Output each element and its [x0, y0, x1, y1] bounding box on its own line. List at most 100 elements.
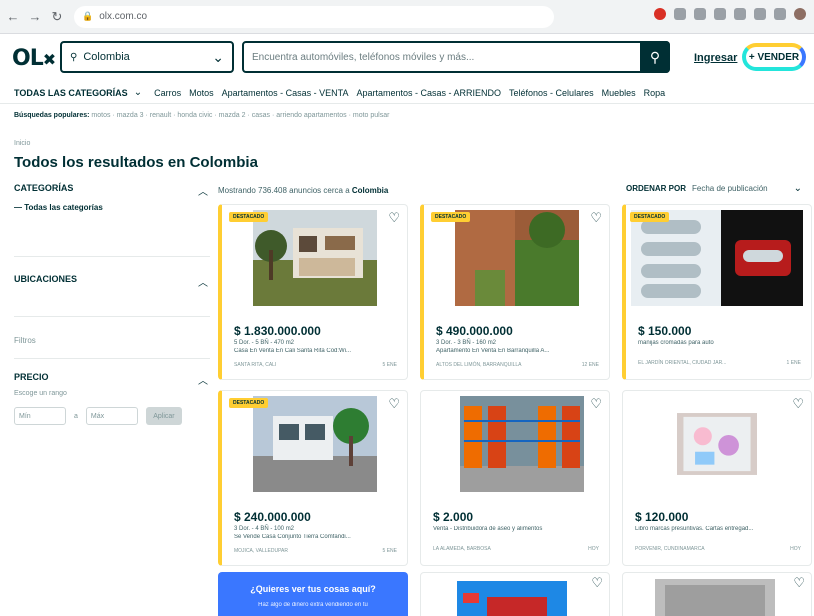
location-select[interactable]: ⚲ Colombia ⌄: [60, 41, 234, 73]
profile-avatar[interactable]: [794, 8, 806, 20]
max-price-input[interactable]: Máx: [85, 407, 138, 425]
heart-icon[interactable]: ♡: [388, 396, 400, 412]
extension-icon[interactable]: [714, 8, 726, 20]
back-icon[interactable]: ←: [4, 8, 22, 26]
listing-card[interactable]: ♡: [420, 572, 610, 616]
chevron-down-icon[interactable]: ⌄: [134, 87, 142, 98]
listing-image: DESTACADO ♡: [429, 210, 604, 312]
extension-icon[interactable]: [674, 8, 686, 20]
extension-icon[interactable]: [654, 8, 666, 20]
category-link[interactable]: Ropa: [644, 88, 666, 98]
listing-price: $ 240.000.000: [234, 510, 311, 524]
max-placeholder: Máx: [90, 412, 105, 420]
sort-dropdown[interactable]: ORDENAR POR Fecha de publicación ⌄: [626, 183, 802, 194]
divider: [14, 316, 210, 317]
chevron-up-icon[interactable]: ︿: [198, 372, 208, 387]
divider: [14, 358, 210, 359]
sort-label: ORDENAR POR: [626, 184, 687, 193]
sidebar-icon[interactable]: [774, 8, 786, 20]
extension-icon[interactable]: [694, 8, 706, 20]
apply-price-button[interactable]: Aplicar: [145, 407, 182, 425]
sell-promo-banner[interactable]: ¿Quieres ver tus cosas aquí? Haz algo de…: [218, 572, 408, 616]
heart-icon[interactable]: ♡: [590, 396, 602, 412]
login-link[interactable]: Ingresar: [694, 52, 737, 64]
search-icon: ⚲: [70, 51, 78, 63]
all-categories-dropdown[interactable]: TODAS LAS CATEGORÍAS: [14, 88, 128, 98]
chevron-down-icon: ⌄: [793, 183, 803, 194]
category-link[interactable]: Apartamentos - Casas - ARRIENDO: [356, 88, 501, 98]
featured-badge: DESTACADO: [630, 212, 670, 222]
heart-icon[interactable]: ♡: [591, 575, 603, 591]
popular-label: Búsquedas populares:: [14, 112, 90, 119]
listing-photo: [655, 579, 775, 616]
listing-card[interactable]: ♡ $ 120.000 Libro marcas presuntivas. Ca…: [622, 390, 812, 566]
results-place: Colombia: [351, 186, 389, 195]
sort-value: Fecha de publicación: [692, 184, 768, 193]
forward-icon[interactable]: →: [26, 8, 44, 26]
heart-icon[interactable]: ♡: [793, 575, 805, 591]
search-button[interactable]: ⚲: [640, 41, 670, 73]
categories-filter: CATEGORÍAS ︿ — Todas las categorías: [14, 183, 210, 212]
listing-image: DESTACADO ♡: [227, 210, 402, 312]
heart-icon[interactable]: ♡: [388, 210, 400, 226]
listing-title: Casa En Venta En Cali Santa Rita Cod:Wi.…: [234, 348, 352, 354]
promo-title: ¿Quieres ver tus cosas aquí?: [250, 584, 376, 594]
site-header: OL✖ ⚲ Colombia ⌄ Encuentra automóviles, …: [0, 38, 814, 78]
house-photo: [252, 396, 377, 492]
listing-card[interactable]: DESTACADO ♡ $ 490.000.000 3 Dor. - 3 BÑ …: [420, 204, 610, 380]
chevron-down-icon: ⌄: [212, 48, 224, 65]
reload-icon[interactable]: ↻: [48, 8, 66, 26]
listing-price: $ 120.000: [635, 510, 689, 524]
category-link[interactable]: Carros: [154, 88, 181, 98]
listing-footer: SANTA RITA, CALI 5 ENE: [234, 362, 397, 368]
chevron-up-icon[interactable]: ︿: [198, 183, 208, 198]
listing-card[interactable]: DESTACADO $ 150.000 manijas cromadas par…: [622, 204, 812, 380]
featured-badge: DESTACADO: [229, 212, 269, 222]
category-link[interactable]: Teléfonos - Celulares: [509, 88, 594, 98]
sell-button[interactable]: + VENDER: [742, 43, 806, 71]
categories-heading: CATEGORÍAS: [14, 183, 74, 193]
results-prefix: Mostrando 736.408 anuncios cerca a: [218, 186, 350, 195]
toy-box-photo: [457, 581, 567, 616]
min-price-input[interactable]: Mín: [14, 407, 66, 425]
listing-card[interactable]: DESTACADO ♡ $ 240.000.000 3 Dor. - 4 BÑ …: [218, 390, 408, 566]
popular-links[interactable]: motos · mazda 3 · renault · honda civic …: [91, 112, 389, 119]
listing-card[interactable]: ♡: [622, 572, 812, 616]
listing-location: LA ALAMEDA, BARBOSA: [433, 546, 491, 552]
search-icon: ⚲: [649, 48, 661, 65]
locations-heading: UBICACIONES: [14, 274, 78, 284]
chevron-up-icon[interactable]: ︿: [198, 274, 208, 289]
listing-specs: 5 Dor. - 5 BÑ - 470 m2: [234, 340, 295, 346]
listing-title: Libro marcas presuntivas. Cartas entrega…: [635, 526, 754, 532]
listing-footer: PORVENIR, CUNDINAMARCA HOY: [635, 546, 801, 552]
all-categories-item[interactable]: — Todas las categorías: [14, 203, 210, 212]
listing-footer: MOJICA, VALLEDUPAR 5 ENE: [234, 548, 397, 554]
heart-icon[interactable]: ♡: [792, 396, 804, 412]
category-bar: TODAS LAS CATEGORÍAS ⌄ Carros Motos Apar…: [0, 82, 814, 104]
book-photo: [677, 413, 757, 475]
address-bar[interactable]: 🔒 olx.com.co: [74, 5, 554, 28]
listing-card[interactable]: DESTACADO ♡ $ 1.830.000.000 5 Dor. - 5 B…: [218, 204, 408, 380]
listing-date: 5 ENE: [382, 362, 397, 368]
search-placeholder: Encuentra automóviles, teléfonos móviles…: [252, 51, 475, 63]
price-filter: PRECIO ︿ Escoge un rango Mín a Máx Aplic…: [14, 372, 210, 425]
listing-card[interactable]: ♡ $ 2.000 Venta - Distribuidora de aseo …: [420, 390, 610, 566]
category-link[interactable]: Muebles: [602, 88, 636, 98]
category-link[interactable]: Motos: [189, 88, 214, 98]
range-separator: a: [74, 412, 78, 420]
heart-icon[interactable]: ♡: [590, 210, 602, 226]
extensions-puzzle-icon[interactable]: [734, 8, 746, 20]
search-input[interactable]: Encuentra automóviles, teléfonos móviles…: [242, 41, 670, 73]
browser-toolbar: ← → ↻ 🔒 olx.com.co: [0, 0, 814, 34]
listing-location: EL JARDÍN ORIENTAL, CIUDAD JAR...: [638, 360, 727, 366]
listing-image: DESTACADO ♡: [227, 396, 402, 498]
location-value: Colombia: [83, 51, 130, 63]
breadcrumb[interactable]: Inicio: [14, 140, 30, 147]
olx-logo[interactable]: OL✖: [12, 46, 56, 71]
house-photo: [252, 210, 377, 306]
popular-searches: Búsquedas populares: motos · mazda 3 · r…: [14, 112, 389, 119]
warehouse-photo: [459, 396, 584, 492]
tab-search-icon[interactable]: [754, 8, 766, 20]
category-link[interactable]: Apartamentos - Casas - VENTA: [222, 88, 349, 98]
listing-title: manijas cromadas para auto: [638, 340, 714, 346]
